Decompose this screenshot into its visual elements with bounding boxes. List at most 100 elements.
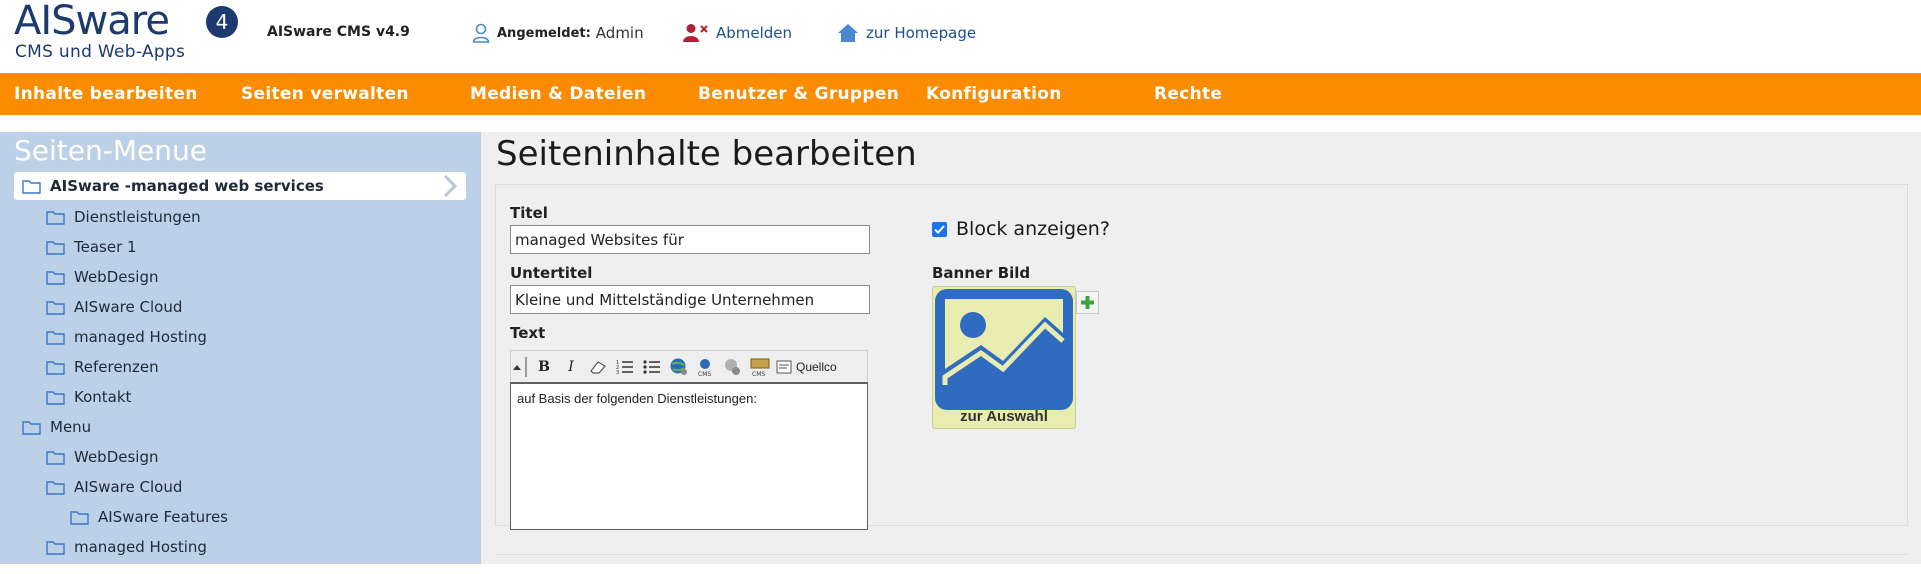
unlink-icon	[725, 358, 740, 375]
title-label: Titel	[510, 204, 548, 222]
editor-toolbar: B I 123 CMS CMS Quellco	[510, 350, 868, 382]
link-button[interactable]	[668, 356, 690, 378]
bullet-list-button[interactable]	[641, 356, 663, 378]
bullet-list-icon	[643, 359, 660, 374]
logged-in-user: Admin	[595, 24, 644, 42]
numbered-list-button[interactable]: 123	[614, 356, 636, 378]
folder-icon	[46, 480, 65, 495]
user-icon	[472, 23, 490, 43]
source-icon	[776, 360, 792, 373]
nav-benutzer-gruppen[interactable]: Benutzer & Gruppen	[698, 73, 899, 115]
version-label: AISware CMS v4.9	[267, 24, 410, 40]
show-block-checkbox[interactable]	[932, 221, 947, 237]
tree-item-label: AISware Cloud	[74, 298, 183, 316]
tree-item-dienstleistungen[interactable]: Dienstleistungen	[46, 203, 201, 231]
tree-item-label: Menu	[50, 418, 92, 436]
tree-item-webdesign[interactable]: WebDesign	[46, 263, 159, 291]
banner-image-picker[interactable]: zur Auswahl	[932, 286, 1076, 429]
cms-content-icon: CMS	[750, 358, 770, 377]
italic-button[interactable]: I	[560, 356, 582, 378]
chevron-right-icon	[443, 174, 457, 198]
tree-item-managed-hosting-2[interactable]: managed Hosting	[46, 533, 207, 561]
tree-item-webdesign-2[interactable]: WebDesign	[46, 443, 159, 471]
plus-icon	[1081, 296, 1094, 309]
svg-text:3: 3	[616, 370, 619, 375]
tree-item-aisware-managed-web-services[interactable]: AISware -managed web services	[14, 172, 466, 200]
toolbar-collapse-icon[interactable]	[511, 356, 523, 378]
tree-item-teaser-1[interactable]: Teaser 1	[46, 233, 137, 261]
tree-item-menu[interactable]: Menu	[22, 413, 91, 441]
subtitle-input[interactable]	[510, 285, 870, 314]
nav-medien-dateien[interactable]: Medien & Dateien	[470, 73, 646, 115]
tree-item-managed-hosting[interactable]: managed Hosting	[46, 323, 207, 351]
sidebar: Seiten-Menue AISware -managed web servic…	[0, 132, 481, 564]
eraser-icon	[590, 360, 606, 374]
cms-content-button[interactable]: CMS	[749, 356, 771, 378]
main-nav: Inhalte bearbeiten Seiten verwalten Medi…	[0, 73, 1921, 115]
page-title: Seiteninhalte bearbeiten	[496, 134, 917, 174]
editor-content: auf Basis der folgenden Dienstleistungen…	[517, 391, 757, 406]
folder-icon	[46, 300, 65, 315]
main-content: Seiteninhalte bearbeiten Titel Untertite…	[481, 132, 1921, 564]
globe-link-icon	[670, 358, 687, 375]
svg-text:CMS: CMS	[698, 371, 711, 377]
bold-button[interactable]: B	[533, 356, 555, 378]
banner-label: Banner Bild	[932, 264, 1031, 282]
logout-label: Abmelden	[716, 24, 793, 42]
text-editor[interactable]: auf Basis der folgenden Dienstleistungen…	[510, 382, 868, 530]
title-input[interactable]	[510, 225, 870, 254]
svg-text:CMS: CMS	[752, 371, 765, 377]
banner-caption: zur Auswahl	[960, 408, 1048, 425]
tree-item-label: AISware -managed web services	[50, 177, 324, 195]
edit-panel: Titel Untertitel Text B I 123	[495, 184, 1908, 530]
remove-format-button[interactable]	[587, 356, 609, 378]
text-label: Text	[510, 324, 546, 342]
tree-item-label: Kontakt	[74, 388, 132, 406]
show-block-label: Block anzeigen?	[956, 218, 1110, 240]
cms-link-button[interactable]: CMS	[695, 356, 717, 378]
home-icon	[838, 24, 858, 42]
folder-icon	[46, 240, 65, 255]
image-placeholder-icon	[935, 289, 1073, 410]
folder-icon	[22, 179, 41, 194]
source-button[interactable]: Quellco	[776, 356, 837, 378]
tree-item-label: managed Hosting	[74, 328, 207, 346]
tree-item-aisware-cloud-2[interactable]: AISware Cloud	[46, 473, 182, 501]
checkmark-icon	[934, 224, 945, 234]
tree-item-referenzen[interactable]: Referenzen	[46, 353, 159, 381]
nav-konfiguration[interactable]: Konfiguration	[926, 73, 1062, 115]
logged-in-status: Angemeldet: Admin	[472, 22, 644, 44]
nav-inhalte-bearbeiten[interactable]: Inhalte bearbeiten	[14, 73, 198, 115]
folder-icon	[46, 450, 65, 465]
folder-icon	[46, 270, 65, 285]
tree-item-aisware-cloud[interactable]: AISware Cloud	[46, 293, 182, 321]
homepage-label: zur Homepage	[866, 24, 977, 42]
folder-icon	[46, 540, 65, 555]
nav-seiten-verwalten[interactable]: Seiten verwalten	[241, 73, 409, 115]
folder-icon	[46, 330, 65, 345]
tree-item-kontakt[interactable]: Kontakt	[46, 383, 131, 411]
unlink-button[interactable]	[722, 356, 744, 378]
secondary-panel	[495, 554, 1908, 574]
homepage-link[interactable]: zur Homepage	[837, 22, 976, 44]
numbered-list-icon: 123	[616, 360, 633, 375]
folder-icon	[22, 420, 41, 435]
cms-link-icon: CMS	[698, 358, 711, 377]
tree-item-label: AISware Features	[98, 508, 228, 526]
tree-item-label: WebDesign	[74, 448, 159, 466]
tree-item-aisware-features[interactable]: AISware Features	[70, 503, 228, 531]
tree-item-label: managed Hosting	[74, 538, 207, 556]
folder-icon	[46, 390, 65, 405]
logged-in-label: Angemeldet:	[497, 25, 591, 41]
add-banner-button[interactable]	[1076, 291, 1099, 314]
logo[interactable]: AISware 4 CMS und Web-Apps	[14, 0, 238, 62]
user-remove-icon	[683, 24, 708, 42]
tree-item-label: WebDesign	[74, 268, 159, 286]
toolbar-separator	[525, 356, 527, 377]
logo-badge: 4	[206, 6, 238, 38]
logout-link[interactable]: Abmelden	[683, 22, 792, 44]
show-block-toggle[interactable]: Block anzeigen?	[932, 218, 1110, 240]
tree-item-label: Referenzen	[74, 358, 159, 376]
nav-rechte[interactable]: Rechte	[1154, 73, 1222, 115]
sidebar-title: Seiten-Menue	[14, 134, 207, 167]
